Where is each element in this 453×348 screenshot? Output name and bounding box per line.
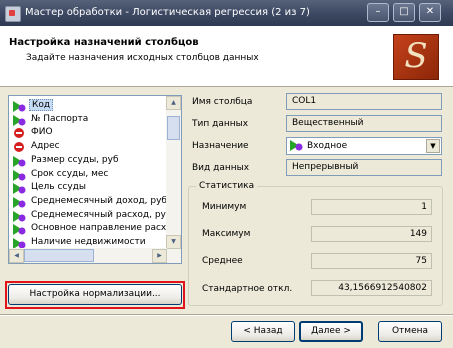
column-name-label: Имя столбца — [192, 97, 253, 107]
title-bar: Мастер обработки - Логистическая регресс… — [0, 0, 453, 26]
footer-divider — [0, 314, 453, 316]
cancel-button[interactable]: Отмена — [378, 321, 442, 342]
list-item[interactable]: № Паспорта — [11, 113, 166, 127]
data-type-field: Вещественный — [286, 115, 442, 132]
list-item-label: Адрес — [31, 141, 60, 152]
input-assignment-icon — [13, 101, 26, 112]
input-assignment-icon — [13, 224, 26, 236]
scroll-left-icon[interactable]: ◀ — [9, 249, 24, 263]
app-icon — [5, 6, 21, 22]
input-assignment-icon — [13, 155, 26, 167]
logo-letter: S — [404, 36, 428, 76]
list-item-label: Цель ссуды — [31, 182, 86, 193]
scroll-down-icon[interactable]: ▼ — [166, 235, 181, 249]
minimize-button[interactable]: – — [367, 3, 389, 22]
list-horizontal-scrollbar[interactable]: ◀ ▶ — [9, 248, 167, 263]
list-item[interactable]: Код — [11, 99, 166, 113]
list-item-label: Основное направление расходов — [31, 223, 182, 234]
statistics-title: Статистика — [196, 181, 258, 191]
min-value: 1 — [311, 199, 432, 215]
back-button[interactable]: < Назад — [231, 321, 295, 342]
columns-list[interactable]: Наличие недвижимости Основное направление… — [8, 95, 182, 264]
list-item[interactable]: ФИО — [11, 126, 166, 140]
hscroll-thumb[interactable] — [24, 249, 94, 262]
header-title: Настройка назначений столбцов — [9, 37, 199, 48]
list-item-label: № Паспорта — [31, 113, 89, 124]
wizard-header: Настройка назначений столбцов Задайте на… — [0, 26, 453, 87]
unused-assignment-icon — [14, 128, 24, 139]
scroll-thumb[interactable] — [167, 116, 180, 140]
list-item-label: Код — [29, 99, 54, 111]
deductor-logo: S — [393, 34, 439, 80]
std-label: Стандартное откл. — [202, 284, 293, 294]
header-subtitle: Задайте назначения исходных столбцов дан… — [26, 53, 259, 63]
data-kind-label: Вид данных — [192, 163, 250, 173]
input-assignment-icon — [13, 114, 26, 126]
data-kind-field: Непрерывный — [286, 159, 442, 176]
mean-label: Среднее — [202, 256, 243, 266]
list-item[interactable]: Среднемесячный доход, руб — [11, 195, 167, 209]
assignment-label: Назначение — [192, 141, 249, 151]
list-item-label: Наличие недвижимости — [31, 237, 146, 247]
input-assignment-icon — [13, 183, 26, 195]
input-assignment-icon — [13, 169, 26, 181]
std-value: 43,1566912540802 — [311, 280, 432, 296]
list-item-label: ФИО — [31, 127, 53, 138]
unused-assignment-icon — [14, 142, 24, 153]
normalization-settings-button[interactable]: Настройка нормализации... — [8, 284, 182, 305]
list-item[interactable]: Основное направление расходов — [11, 222, 181, 236]
list-item-label: Среднемесячный расход, руб — [31, 209, 172, 220]
maximize-button[interactable]: □ — [393, 3, 415, 22]
max-value: 149 — [311, 226, 432, 242]
list-item-label: Размер ссуды, руб — [31, 154, 119, 165]
data-type-label: Тип данных — [192, 119, 249, 129]
list-vertical-scrollbar[interactable]: ▲ ▼ — [166, 96, 181, 263]
max-label: Максимум — [202, 229, 251, 239]
next-button[interactable]: Далее > — [299, 321, 363, 342]
mean-value: 75 — [311, 253, 432, 269]
list-item[interactable]: Среднемесячный расход, руб — [11, 209, 171, 223]
input-assignment-icon — [13, 210, 26, 222]
list-item-label: Срок ссуды, мес — [31, 168, 109, 179]
list-item-label: Среднемесячный доход, руб — [31, 195, 167, 206]
input-assignment-icon — [13, 196, 26, 208]
scroll-right-icon[interactable]: ▶ — [152, 249, 167, 263]
scroll-up-icon[interactable]: ▲ — [166, 96, 181, 110]
chevron-down-icon[interactable]: ▼ — [426, 139, 440, 153]
assignment-select[interactable]: Входное ▼ — [286, 137, 442, 155]
list-item[interactable]: Срок ссуды, мес — [11, 168, 166, 182]
assignment-value: Входное — [307, 141, 348, 151]
close-button[interactable]: ✕ — [419, 3, 441, 22]
list-item[interactable]: Размер ссуды, руб — [11, 154, 166, 168]
column-name-field: COL1 — [286, 93, 442, 110]
list-item[interactable]: Цель ссуды — [11, 181, 166, 195]
min-label: Минимум — [202, 202, 247, 212]
window-title: Мастер обработки - Логистическая регресс… — [25, 7, 310, 18]
list-item[interactable]: Адрес — [11, 140, 166, 154]
input-assignment-icon — [290, 140, 303, 151]
